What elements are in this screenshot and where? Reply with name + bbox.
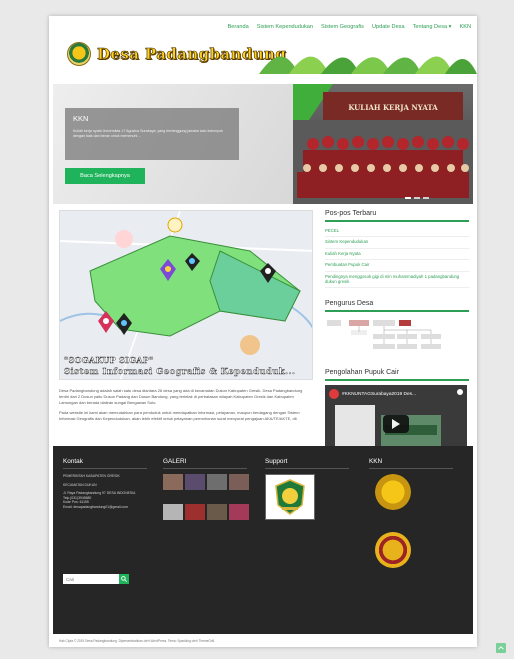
search-button[interactable]: [119, 574, 129, 584]
group-photo-image: KULIAH KERJA NYATA: [293, 84, 473, 204]
about-paragraph: Desa Padangbandung adalah salah satu des…: [59, 388, 303, 405]
footer-galeri: GALERI: [163, 458, 249, 520]
gallery-grid: [163, 504, 249, 520]
gallery-thumbnail[interactable]: [185, 504, 205, 520]
nav-item-kkn[interactable]: KKN: [459, 24, 471, 30]
recent-post-link[interactable]: Pembuatan Pupuk Cair: [325, 260, 469, 272]
hero-background: KKN Kuliah kerja nyata Universitas 17 Ag…: [53, 84, 293, 204]
about-text: Desa Padangbandung adalah salah satu des…: [59, 388, 313, 426]
nav-item-sistem-kependudukan[interactable]: Sistem Kependudukan: [257, 24, 313, 30]
banner-text: KULIAH KERJA NYATA: [348, 103, 438, 112]
slider-dot[interactable]: [423, 197, 429, 199]
channel-avatar: [329, 389, 339, 400]
recent-post-link[interactable]: Sistem Kependudukan: [325, 237, 469, 249]
footer-support-title: Support: [265, 458, 349, 469]
ambulance-icon[interactable]: [115, 230, 133, 248]
video-widget-title: Pengolahan Pupuk Cair: [325, 369, 469, 382]
school-icon[interactable]: [167, 217, 183, 233]
footer-support: Support: [265, 458, 349, 520]
slider-dots: [405, 197, 429, 199]
nav-item-sistem-geografis[interactable]: Sistem Geografis: [321, 24, 364, 30]
pengurus-title: Pengurus Desa: [325, 300, 469, 313]
recent-post-link[interactable]: Pendingnya menggosok gigi di min muhamma…: [325, 272, 469, 289]
gis-title: "SOGAKUP SIGAP": [64, 355, 154, 365]
gallery-thumbnail[interactable]: [163, 474, 183, 490]
gallery-thumbnail[interactable]: [185, 474, 205, 490]
recent-post-link[interactable]: PECEL: [325, 226, 469, 238]
copyright-bar: Hak Cipta © 2019 Desa Padangbandung. Dip…: [53, 636, 473, 646]
kontak-line: PEMERINTAH KABUPATEN GRESIK: [63, 474, 120, 478]
nav-item-update-desa[interactable]: Update Desa: [372, 24, 405, 30]
avatar: [240, 335, 260, 355]
recent-post-link[interactable]: Kuliah Kerja Nyata: [325, 249, 469, 261]
search-input[interactable]: [63, 574, 119, 584]
play-icon: [392, 419, 400, 430]
recent-posts-title: Pos-pos Terbaru: [325, 210, 469, 222]
hero-caption: KKN Kuliah kerja nyata Universitas 17 Ag…: [65, 108, 239, 160]
hero-caption-text: Kuliah kerja nyata Universitas 17 Agustu…: [73, 129, 224, 138]
gallery-thumbnail[interactable]: [207, 504, 227, 520]
site-title: Desa Padangbandung: [97, 45, 287, 64]
gallery-grid: [163, 474, 249, 490]
slider-dot[interactable]: [414, 197, 420, 199]
nav-item-tentang-desa[interactable]: Tentang Desa ▾: [413, 24, 452, 30]
footer-kkn: KKN: [369, 458, 453, 568]
video-label: #KKNUNTAGSurabaya2019 Des...: [342, 391, 417, 397]
about-paragraph: Pada website ini kami akan memudahkan pa…: [59, 410, 300, 421]
play-button[interactable]: [383, 415, 409, 434]
support-logo-image[interactable]: [265, 474, 315, 520]
read-more-button[interactable]: Baca Selengkapnya: [65, 168, 145, 184]
hero-caption-title: KKN: [73, 114, 89, 123]
footer-search: [63, 574, 129, 584]
page: Beranda Sistem Kependudukan Sistem Geogr…: [49, 16, 477, 647]
gresik-emblem-icon: [275, 479, 305, 515]
nav-item-beranda[interactable]: Beranda: [228, 24, 249, 30]
footer-galeri-title: GALERI: [163, 458, 247, 469]
footer-kontak: Kontak PEMERINTAH KABUPATEN GRESIK KECAM…: [63, 458, 147, 510]
chevron-up-icon: [498, 646, 504, 650]
site-branding[interactable]: Desa Padangbandung: [67, 42, 286, 66]
footer-kkn-title: KKN: [369, 458, 453, 469]
back-to-top-button[interactable]: [496, 643, 506, 653]
search-icon: [121, 576, 127, 582]
kontak-line: KECAMATAN DUKUN: [63, 482, 97, 487]
gallery-thumbnail[interactable]: [207, 474, 227, 490]
sidebar: Pos-pos Terbaru PECEL Sistem Kependuduka…: [325, 210, 469, 470]
footer-kontak-title: Kontak: [63, 458, 147, 469]
hero-slider[interactable]: KKN Kuliah kerja nyata Universitas 17 Ag…: [53, 84, 473, 204]
untag-university-emblem-icon[interactable]: [375, 532, 411, 568]
leaf-decoration: [259, 56, 477, 74]
gallery-thumbnail[interactable]: [229, 504, 249, 520]
kontak-line: Email: desapadangbandung01@gmail.com: [63, 504, 128, 509]
org-chart-image[interactable]: [325, 318, 465, 354]
gallery-thumbnail[interactable]: [163, 504, 183, 520]
slider-dot[interactable]: [405, 197, 411, 199]
video-title: #KKNUNTAGSurabaya2019 Des...: [329, 389, 417, 400]
gis-map-image[interactable]: "SOGAKUP SIGAP" Sistem Informasi Geograf…: [59, 210, 313, 380]
footer: Kontak PEMERINTAH KABUPATEN GRESIK KECAM…: [53, 446, 473, 634]
logo-icon: [67, 42, 91, 66]
main-nav: Beranda Sistem Kependudukan Sistem Geogr…: [228, 24, 471, 30]
kkn-untag-badge-icon[interactable]: [375, 474, 411, 510]
copyright-text: Hak Cipta © 2019 Desa Padangbandung. Dip…: [59, 639, 215, 643]
gallery-thumbnail[interactable]: [229, 474, 249, 490]
hero-photo: KULIAH KERJA NYATA: [293, 84, 473, 204]
gis-subtitle: Sistem Informasi Geografis & Kependuduk.…: [64, 366, 296, 376]
